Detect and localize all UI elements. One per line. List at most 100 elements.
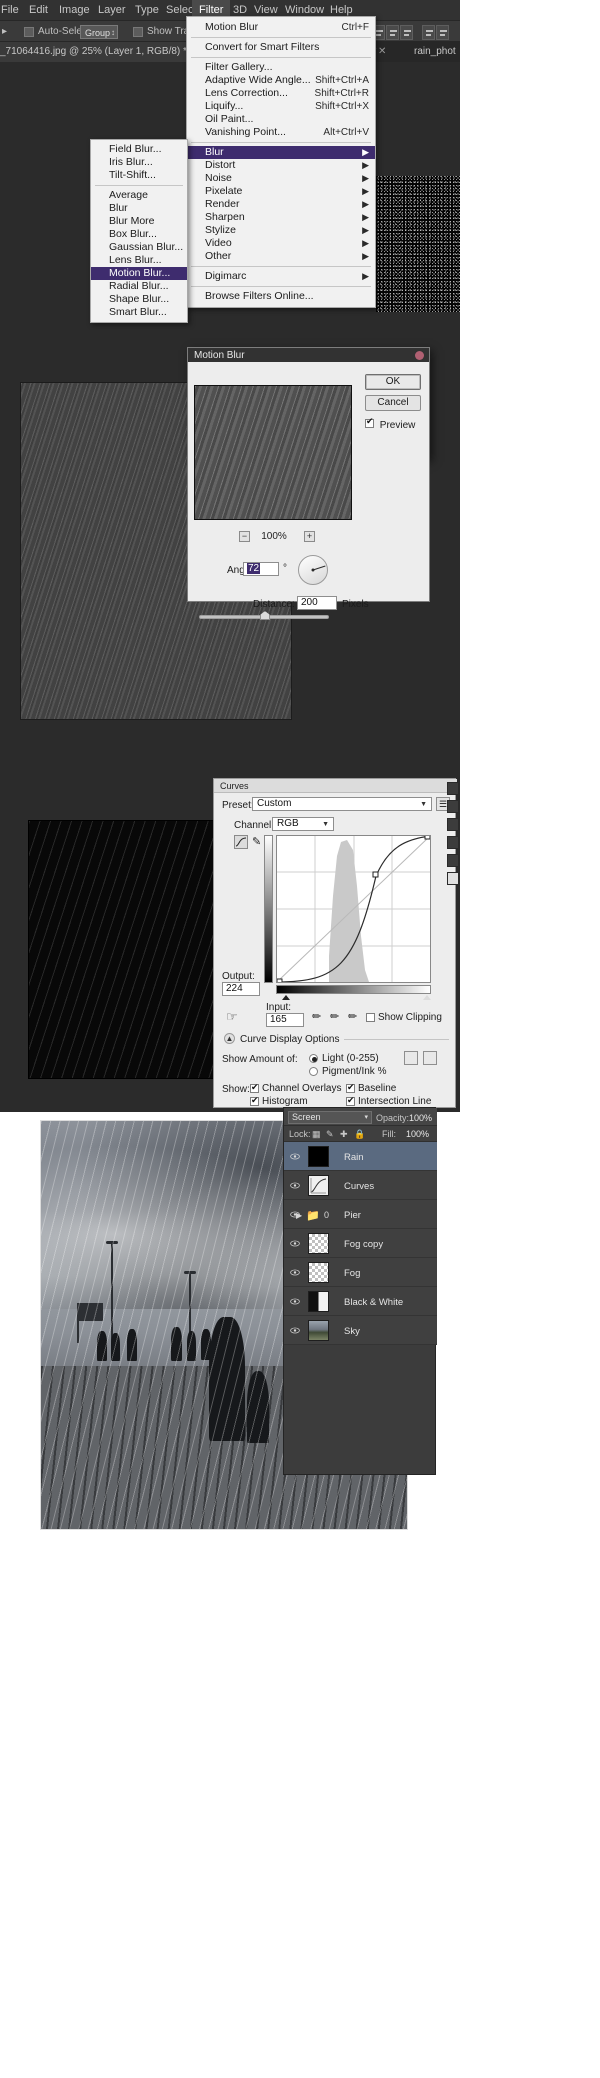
chevron-right-icon[interactable]: ▶ <box>296 1211 302 1220</box>
zoom-in-button[interactable]: + <box>304 531 315 542</box>
blur-item-lens-blur[interactable]: Lens Blur... <box>91 254 187 267</box>
pencil-icon[interactable]: ✎ <box>252 835 264 849</box>
filter-menu-item-noise[interactable]: Noise ▶ <box>187 172 375 185</box>
blur-item-iris-blur[interactable]: Iris Blur... <box>91 156 187 169</box>
layer-row-black-and-white[interactable]: Black & White <box>284 1287 437 1316</box>
filter-menu-item-video[interactable]: Video ▶ <box>187 237 375 250</box>
curves-grid[interactable] <box>276 835 431 983</box>
layer-thumbnail-fog[interactable] <box>308 1262 329 1283</box>
curve-hand-icon[interactable]: ☞ <box>226 1009 238 1025</box>
curves-panel-tab[interactable]: Curves <box>214 779 457 793</box>
eye-icon[interactable] <box>290 1152 300 1161</box>
show-transform-checkbox[interactable] <box>133 27 143 37</box>
black-point-marker[interactable] <box>282 995 290 1000</box>
blur-item-box-blur[interactable]: Box Blur... <box>91 228 187 241</box>
distance-slider-track[interactable] <box>199 615 329 619</box>
document-tab-4[interactable]: rain_phot <box>408 42 470 62</box>
zoom-out-button[interactable]: − <box>239 531 250 542</box>
filter-menu-item-render[interactable]: Render ▶ <box>187 198 375 211</box>
filter-menu-item-digimarc[interactable]: Digimarc ▶ <box>187 270 375 283</box>
angle-dial[interactable] <box>298 555 328 585</box>
show-clipping-checkbox[interactable] <box>366 1013 375 1022</box>
layer-row-fog[interactable]: Fog <box>284 1258 437 1287</box>
eye-icon[interactable] <box>290 1297 300 1306</box>
channel-dropdown[interactable]: RGB <box>272 817 334 831</box>
preset-dropdown[interactable]: Custom <box>252 797 432 811</box>
gray-eyedropper-icon[interactable]: ✏ <box>330 1011 341 1023</box>
filter-menu-item-filter-gallery[interactable]: Filter Gallery... <box>187 61 375 74</box>
filter-menu-item-motion-blur[interactable]: Motion Blur Ctrl+F <box>187 21 375 34</box>
blur-item-tilt-shift[interactable]: Tilt-Shift... <box>91 169 187 182</box>
intersection-line-checkbox[interactable] <box>346 1097 355 1106</box>
distance-input[interactable]: 200 <box>297 596 337 610</box>
filter-menu-item-liquify[interactable]: Liquify... Shift+Ctrl+X <box>187 100 375 113</box>
filter-menu-item-oil-paint[interactable]: Oil Paint... <box>187 113 375 126</box>
move-tool-caret[interactable]: ▸ <box>2 21 7 43</box>
input-input[interactable]: 165 <box>266 1013 304 1027</box>
filter-menu-item-blur[interactable]: Blur ▶ <box>187 146 375 159</box>
mini-panel-6[interactable] <box>447 872 459 885</box>
blur-item-shape-blur[interactable]: Shape Blur... <box>91 293 187 306</box>
auto-select-scope-dropdown[interactable]: Group <box>80 25 118 39</box>
filter-menu-item-sharpen[interactable]: Sharpen ▶ <box>187 211 375 224</box>
fill-value[interactable]: 100% <box>406 1129 429 1139</box>
collapse-toggle-icon[interactable]: ▲ <box>224 1033 235 1044</box>
auto-select-checkbox[interactable] <box>24 27 34 37</box>
eye-icon[interactable] <box>290 1268 300 1277</box>
light-radio[interactable] <box>309 1054 318 1063</box>
lock-image-icon[interactable]: ✎ <box>326 1129 334 1140</box>
cancel-button[interactable]: Cancel <box>365 395 421 411</box>
white-point-marker[interactable] <box>423 995 431 1000</box>
mini-panel-1[interactable] <box>447 782 459 795</box>
histogram-checkbox[interactable] <box>250 1097 259 1106</box>
align-buttons[interactable] <box>372 25 414 40</box>
close-icon[interactable] <box>415 351 424 360</box>
filter-menu-item-vanishing-point[interactable]: Vanishing Point... Alt+Ctrl+V <box>187 126 375 139</box>
preview-checkbox[interactable]: ✔ <box>365 419 374 428</box>
baseline-checkbox[interactable] <box>346 1084 355 1093</box>
menu-image[interactable]: Image <box>52 0 97 20</box>
lock-transparent-icon[interactable]: ▦ <box>312 1129 321 1140</box>
layer-row-sky[interactable]: Sky <box>284 1316 437 1345</box>
white-eyedropper-icon[interactable]: ✏ <box>348 1011 359 1023</box>
eye-icon[interactable] <box>290 1181 300 1190</box>
grid-detailed-button[interactable] <box>423 1051 437 1065</box>
channel-overlays-checkbox[interactable] <box>250 1084 259 1093</box>
grid-simple-button[interactable] <box>404 1051 418 1065</box>
blur-item-field-blur[interactable]: Field Blur... <box>91 143 187 156</box>
eye-icon[interactable] <box>290 1239 300 1248</box>
mini-panel-5[interactable] <box>447 854 459 867</box>
layer-row-fog-copy[interactable]: Fog copy <box>284 1229 437 1258</box>
blur-item-radial-blur[interactable]: Radial Blur... <box>91 280 187 293</box>
eye-icon[interactable] <box>290 1326 300 1335</box>
filter-menu-item-other[interactable]: Other ▶ <box>187 250 375 263</box>
layer-thumbnail-rain[interactable] <box>308 1146 329 1167</box>
mini-panel-4[interactable] <box>447 836 459 849</box>
lock-all-icon[interactable]: 🔒 <box>354 1129 365 1140</box>
filter-menu-item-adaptive-wide-angle[interactable]: Adaptive Wide Angle... Shift+Ctrl+A <box>187 74 375 87</box>
mini-panel-3[interactable] <box>447 818 459 831</box>
filter-menu-item-browse-online[interactable]: Browse Filters Online... <box>187 290 375 303</box>
ok-button[interactable]: OK <box>365 374 421 390</box>
black-eyedropper-icon[interactable]: ✏ <box>312 1011 323 1023</box>
blur-item-motion-blur[interactable]: Motion Blur... <box>91 267 187 280</box>
filter-menu-item-distort[interactable]: Distort ▶ <box>187 159 375 172</box>
blur-item-average[interactable]: Average <box>91 189 187 202</box>
blend-mode-dropdown[interactable]: Screen <box>288 1111 372 1124</box>
filter-menu-item-pixelate[interactable]: Pixelate ▶ <box>187 185 375 198</box>
lock-position-icon[interactable]: ✚ <box>340 1129 348 1140</box>
layer-thumbnail-black-and-white[interactable] <box>308 1291 329 1312</box>
filter-menu-item-lens-correction[interactable]: Lens Correction... Shift+Ctrl+R <box>187 87 375 100</box>
menu-edit[interactable]: Edit <box>22 0 55 20</box>
layer-row-curves[interactable]: Curves <box>284 1171 437 1200</box>
distribute-buttons[interactable] <box>422 25 450 40</box>
layer-thumbnail-sky[interactable] <box>308 1320 329 1341</box>
layer-thumbnail-fog-copy[interactable] <box>308 1233 329 1254</box>
layer-thumbnail-curves[interactable] <box>308 1175 329 1196</box>
blur-item-blur-more[interactable]: Blur More <box>91 215 187 228</box>
curve-tool-icon[interactable] <box>234 835 248 849</box>
output-input[interactable]: 224 <box>222 982 260 996</box>
mini-panel-2[interactable] <box>447 800 459 813</box>
layer-row-pier[interactable]: ▶ 📁 0 Pier <box>284 1200 437 1229</box>
close-icon[interactable]: ✕ <box>378 42 386 62</box>
